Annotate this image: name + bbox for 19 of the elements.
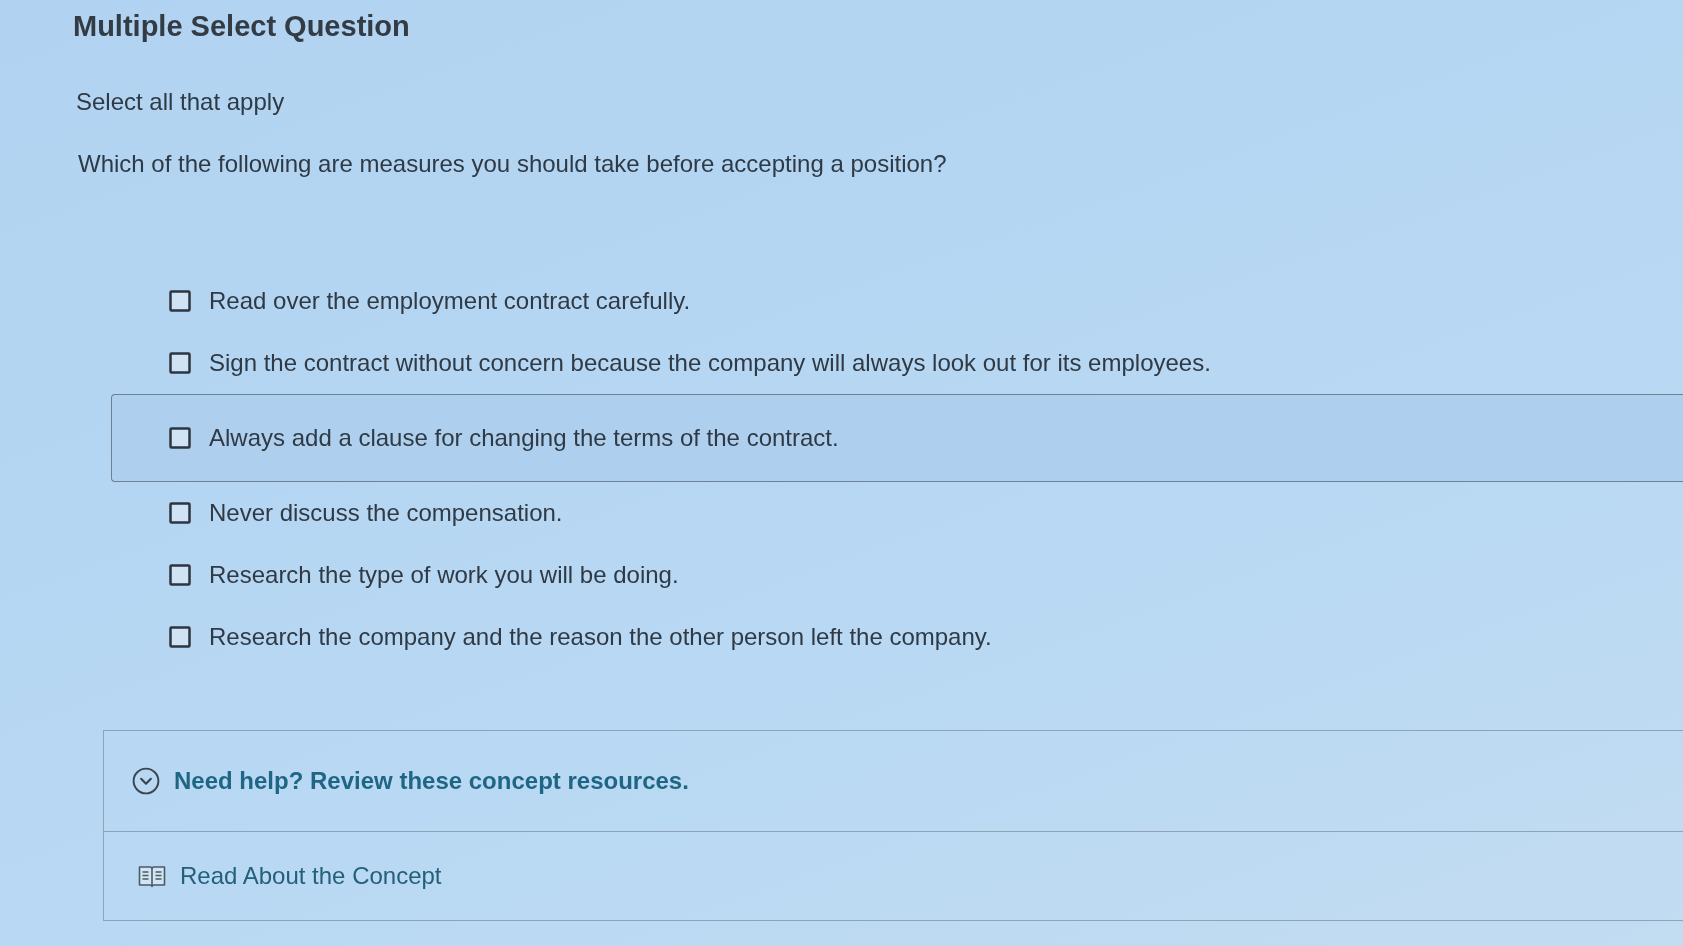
help-toggle-link[interactable]: Need help? Review these concept resources. bbox=[174, 767, 689, 795]
checkbox-icon[interactable] bbox=[169, 626, 191, 648]
checkbox-icon[interactable] bbox=[169, 290, 191, 312]
answer-option[interactable]: Read over the employment contract carefully. bbox=[111, 270, 1683, 332]
answer-option[interactable]: Sign the contract without concern because the company will always look out for its employees. bbox=[111, 332, 1683, 394]
resource-link[interactable]: Read About the Concept bbox=[180, 862, 442, 890]
checkbox-icon[interactable] bbox=[169, 352, 191, 374]
checkbox-icon[interactable] bbox=[169, 564, 191, 586]
answer-option[interactable]: Research the type of work you will be doing. bbox=[111, 544, 1683, 606]
answer-option[interactable]: Research the company and the reason the other person left the company. bbox=[111, 606, 1683, 668]
book-icon bbox=[138, 864, 166, 888]
chevron-circle-icon[interactable] bbox=[132, 767, 160, 795]
checkbox-icon[interactable] bbox=[169, 502, 191, 524]
checkbox-icon[interactable] bbox=[169, 427, 191, 449]
question-type-heading: Multiple Select Question bbox=[73, 9, 410, 44]
answer-option-highlighted[interactable]: Always add a clause for changing the terms of the contract. bbox=[111, 394, 1683, 482]
answer-option[interactable]: Never discuss the compensation. bbox=[111, 482, 1683, 544]
question-text: Which of the following are measures you should take before accepting a position? bbox=[78, 149, 947, 179]
instruction-text: Select all that apply bbox=[76, 87, 285, 117]
